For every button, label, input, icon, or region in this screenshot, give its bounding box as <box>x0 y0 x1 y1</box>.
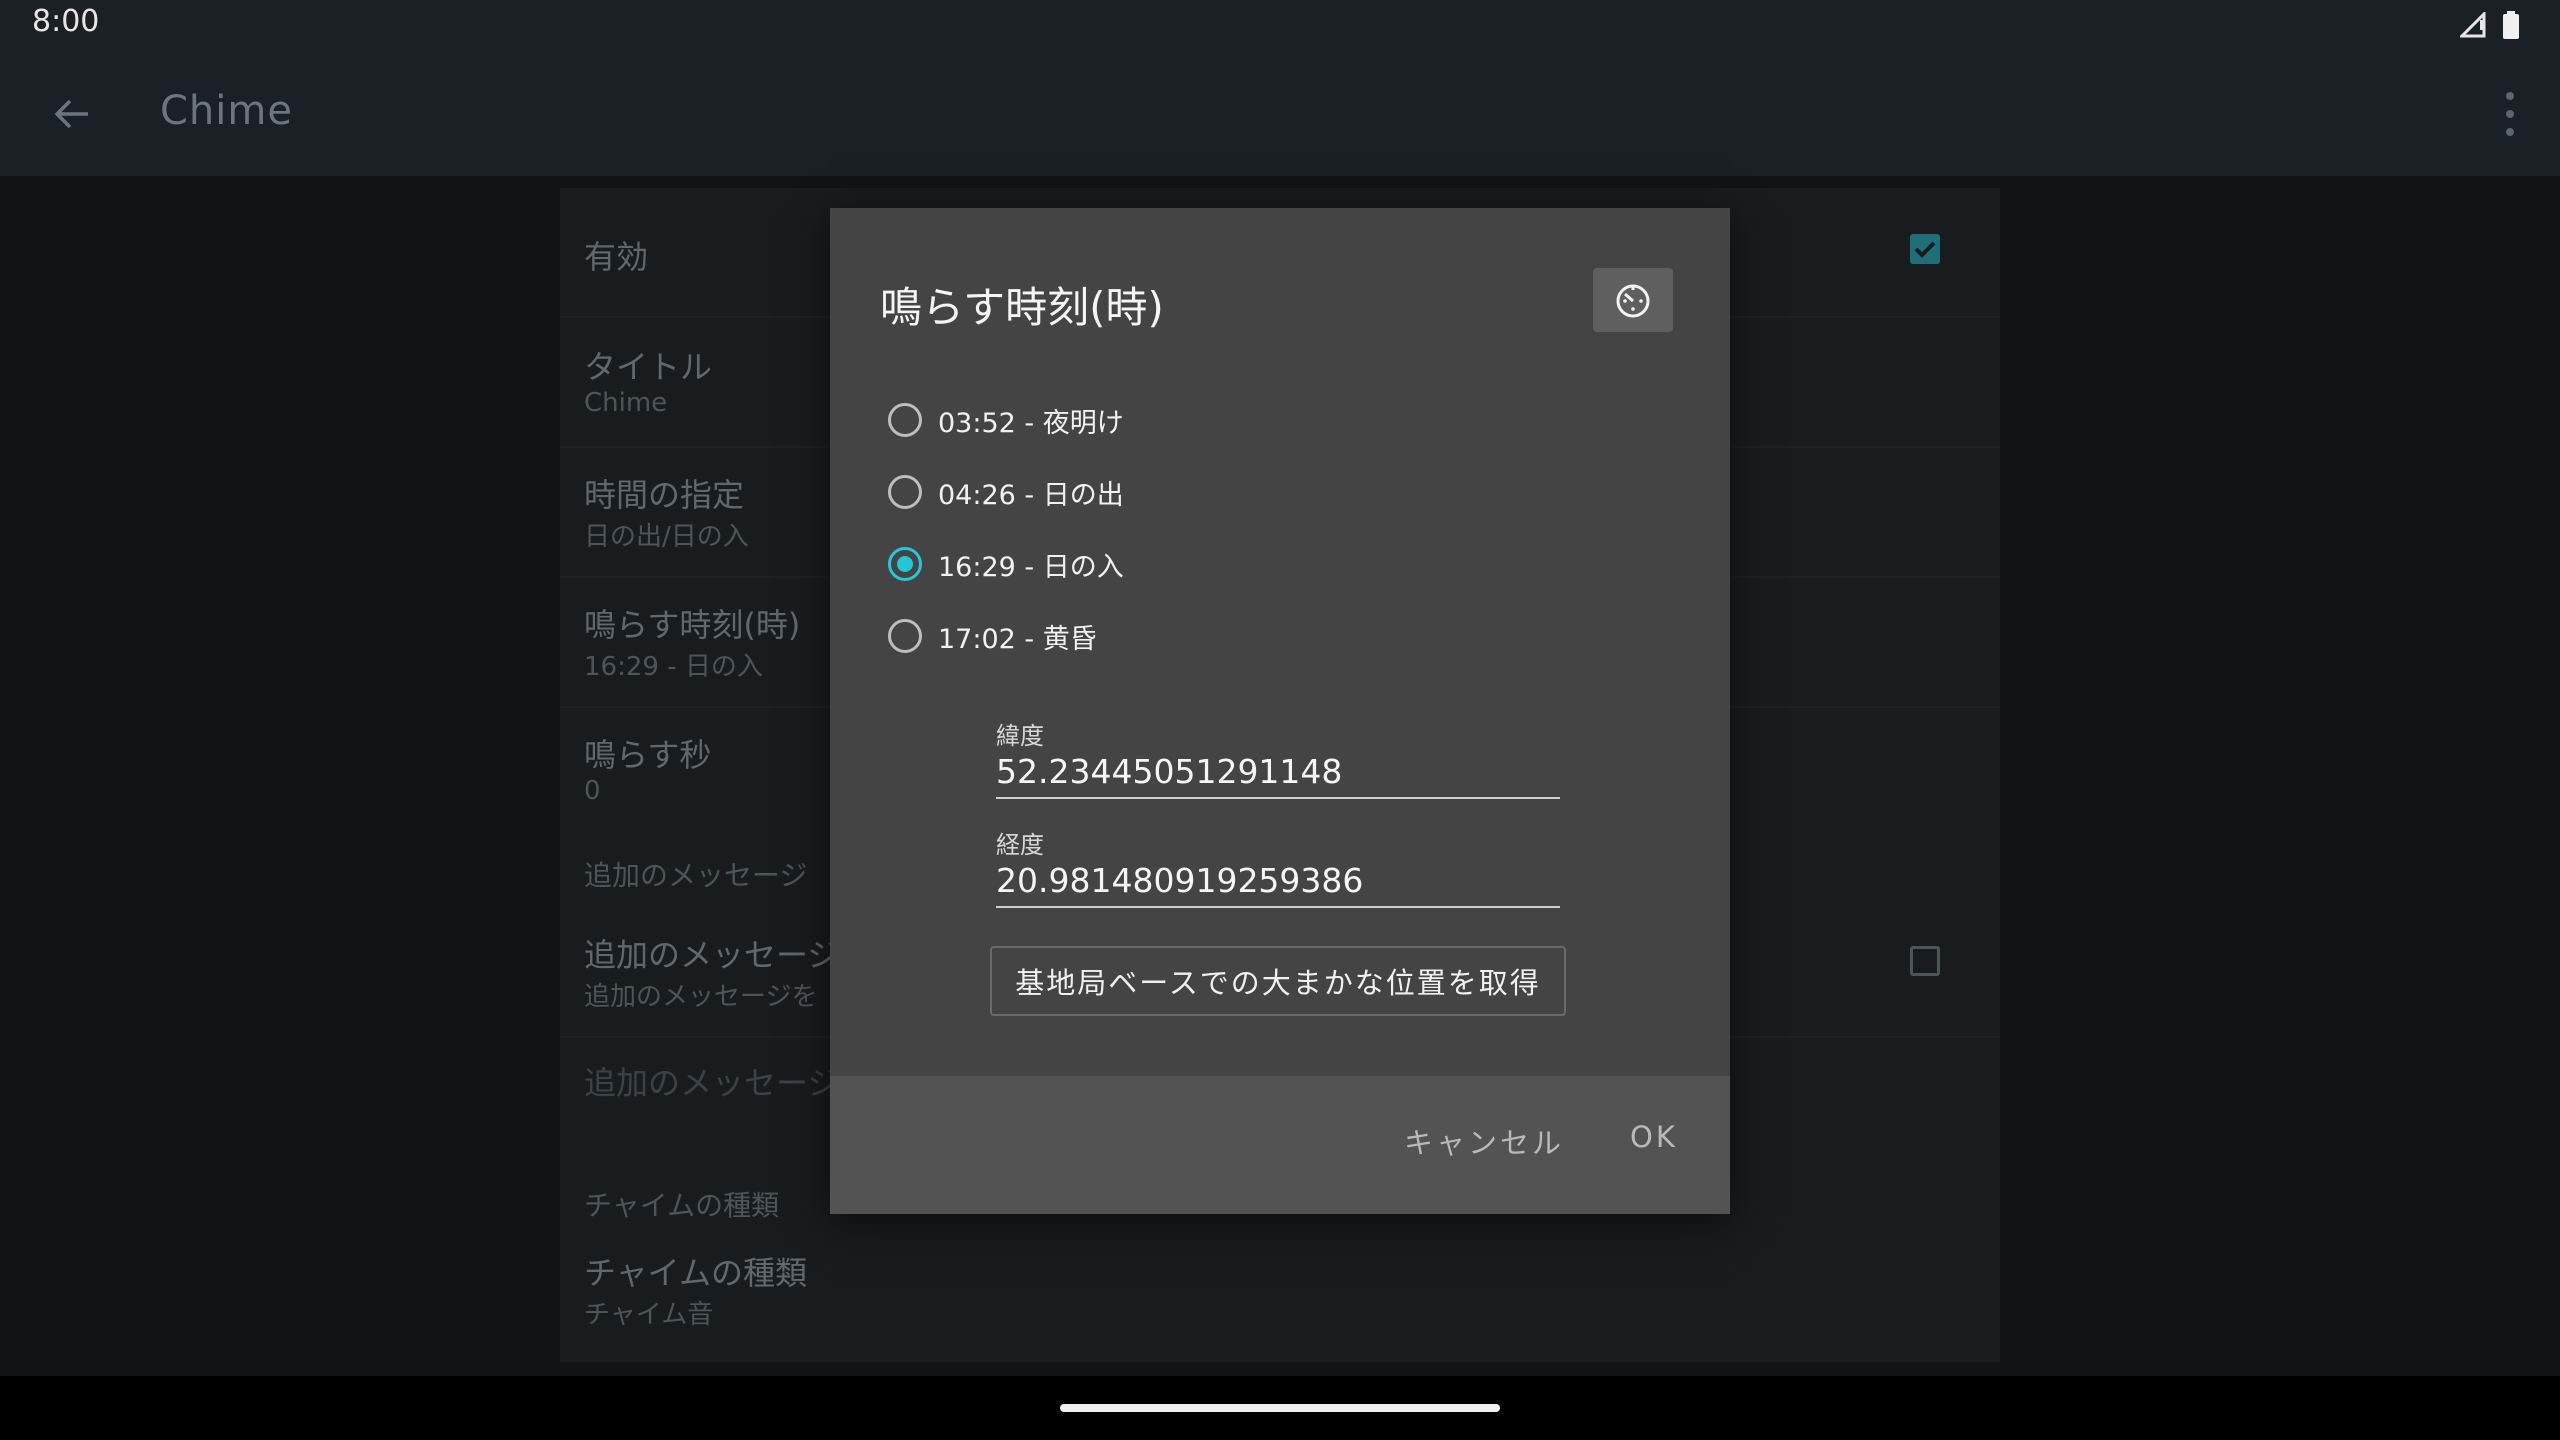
get-location-button[interactable]: 基地局ベースでの大まかな位置を取得 <box>990 946 1566 1016</box>
extra-message-checkbox[interactable] <box>1910 946 1940 976</box>
pref-ring-time-summary: 16:29 - 日の入 <box>584 652 763 682</box>
status-icons <box>2460 10 2520 40</box>
pref-title-setting-title: タイトル <box>584 348 713 386</box>
battery-icon <box>2503 11 2519 39</box>
home-gesture-handle[interactable] <box>1060 1404 1500 1412</box>
option-dusk[interactable]: 17:02 - 黄昏 <box>888 610 1097 662</box>
status-bar: 8:00 <box>0 0 2560 48</box>
enabled-checkbox[interactable] <box>1910 234 1940 264</box>
latitude-label: 緯度 <box>996 722 1044 750</box>
option-label: 17:02 - 黄昏 <box>938 623 1097 655</box>
pref-ring-time-title: 鳴らす時刻(時) <box>584 606 801 644</box>
option-label: 04:26 - 日の出 <box>938 479 1124 511</box>
signal-icon <box>2460 12 2486 38</box>
pref-extra-message-disabled-title: 追加のメッセージ <box>584 1064 840 1102</box>
more-vert-icon <box>2506 92 2514 100</box>
status-time: 8:00 <box>32 4 100 39</box>
arrow-back-icon <box>54 99 88 129</box>
dialog-title: 鳴らす時刻(時) <box>880 283 1164 332</box>
pref-chime-type-summary: チャイム音 <box>584 1300 714 1330</box>
dialog-actions: キャンセル OK <box>830 1076 1730 1214</box>
pref-title-setting-summary: Chime <box>584 388 668 418</box>
ok-button[interactable]: OK <box>1630 1120 1678 1154</box>
back-button[interactable] <box>44 86 100 142</box>
more-options-button[interactable] <box>2500 92 2520 136</box>
pref-extra-message-title: 追加のメッセージ <box>584 936 840 974</box>
option-dawn[interactable]: 03:52 - 夜明け <box>888 394 1124 446</box>
app-title: Chime <box>160 88 293 134</box>
timer-button[interactable] <box>1593 268 1673 332</box>
category-extra-message: 追加のメッセージ <box>584 859 808 892</box>
radio-button[interactable] <box>888 475 922 509</box>
navigation-bar <box>0 1376 2560 1440</box>
option-sunrise[interactable]: 04:26 - 日の出 <box>888 466 1124 518</box>
cancel-button[interactable]: キャンセル <box>1404 1120 1564 1162</box>
timer-icon <box>1616 284 1650 318</box>
pref-time-spec-summary: 日の出/日の入 <box>584 522 749 552</box>
pref-chime-type[interactable]: チャイムの種類 チャイム音 <box>560 1238 2000 1362</box>
category-chime-type: チャイムの種類 <box>584 1189 780 1222</box>
pref-ring-seconds-summary: 0 <box>584 776 601 806</box>
latitude-field[interactable]: 52.23445051291148 <box>996 752 1560 799</box>
radio-button-selected[interactable] <box>888 547 922 581</box>
check-icon <box>1914 241 1936 258</box>
app-bar: Chime <box>0 48 2560 176</box>
longitude-label: 経度 <box>996 831 1044 859</box>
pref-chime-type-title: チャイムの種類 <box>584 1254 808 1292</box>
pref-ring-seconds-title: 鳴らす秒 <box>584 736 712 774</box>
pref-time-spec-title: 時間の指定 <box>584 476 745 514</box>
ring-time-dialog: 鳴らす時刻(時) 03:52 - 夜明け 04:26 - 日の出 16:29 -… <box>830 208 1730 1214</box>
pref-extra-message-summary: 追加のメッセージを <box>584 982 818 1012</box>
option-label: 16:29 - 日の入 <box>938 551 1124 583</box>
option-label: 03:52 - 夜明け <box>938 407 1124 439</box>
radio-button[interactable] <box>888 403 922 437</box>
radio-button[interactable] <box>888 619 922 653</box>
longitude-field[interactable]: 20.981480919259386 <box>996 861 1560 908</box>
pref-enabled-title: 有効 <box>584 238 649 276</box>
option-sunset[interactable]: 16:29 - 日の入 <box>888 538 1124 590</box>
